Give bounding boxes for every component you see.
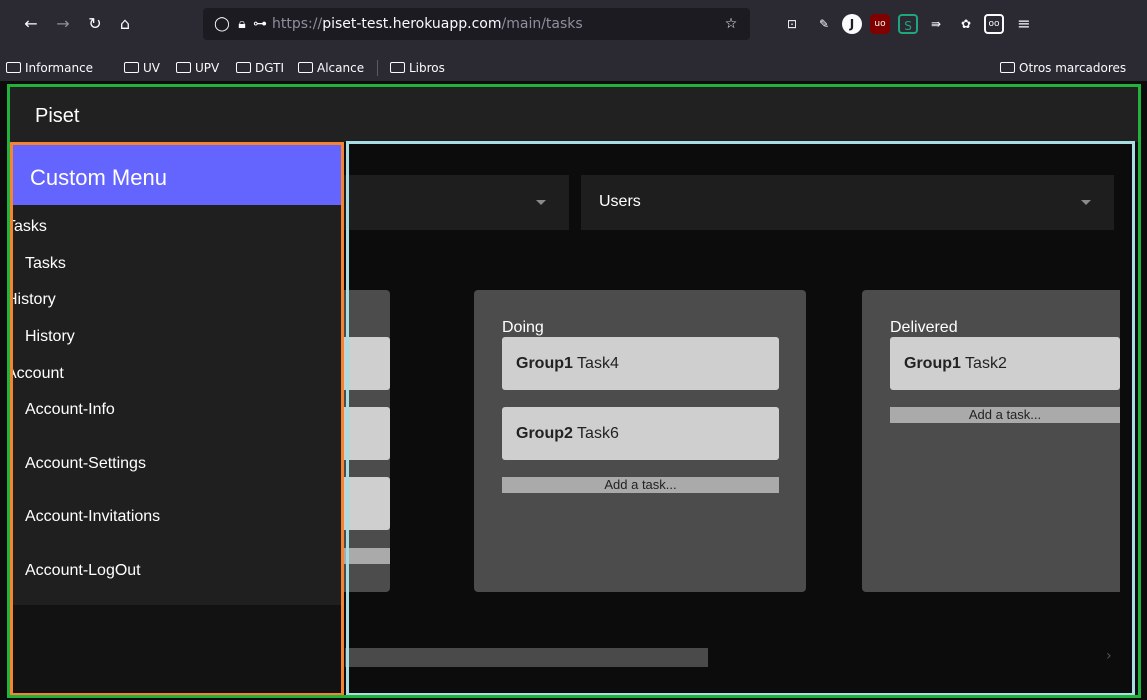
menu-item-account-settings[interactable]: Account-Settings bbox=[25, 455, 146, 473]
url-text[interactable]: https://piset-test.herokuapp.com/main/ta… bbox=[272, 16, 583, 32]
select-users[interactable]: Users bbox=[581, 175, 1114, 230]
folder-icon bbox=[6, 62, 21, 73]
add-task-button[interactable]: Add a task... bbox=[502, 477, 779, 493]
bookmark-separator bbox=[377, 60, 378, 76]
horizontal-scrollbar[interactable] bbox=[345, 648, 708, 667]
app-title: Piset bbox=[35, 105, 80, 127]
url-scheme: https:// bbox=[272, 16, 323, 32]
menu-item-account-info[interactable]: Account-Info bbox=[25, 401, 115, 419]
forward-arrow-icon[interactable]: → bbox=[52, 13, 74, 35]
folder-icon bbox=[390, 62, 405, 73]
back-arrow-icon[interactable]: ← bbox=[20, 13, 42, 35]
side-drawer: Custom Menu Tasks Tasks History History … bbox=[13, 145, 341, 693]
reader-icon[interactable]: oo bbox=[984, 14, 1004, 34]
select-group[interactable] bbox=[338, 175, 569, 230]
task-name: Task6 bbox=[577, 425, 619, 442]
extension-critter-icon[interactable]: ✿ bbox=[956, 14, 976, 34]
bookmark-libros[interactable]: Libros bbox=[390, 59, 445, 77]
shield-icon[interactable]: ◯ bbox=[213, 15, 231, 33]
bookmark-label: DGTI bbox=[255, 61, 284, 75]
url-path: /main/tasks bbox=[501, 16, 583, 32]
bookmark-uv[interactable]: UV bbox=[124, 59, 160, 77]
task-card-text: Group1 Task2 bbox=[904, 355, 1007, 373]
bookmark-label: UPV bbox=[195, 61, 220, 75]
bookmark-otros-marcadores[interactable]: Otros marcadores bbox=[1000, 59, 1126, 77]
bookmark-label: Informance bbox=[25, 61, 94, 75]
menu-item-account-invitations[interactable]: Account-Invitations bbox=[25, 508, 160, 526]
folder-icon bbox=[176, 62, 191, 73]
task-card[interactable]: Group2 Task6 bbox=[502, 407, 779, 460]
section-account-heading: Account bbox=[13, 365, 64, 382]
bookmark-label: UV bbox=[143, 61, 160, 75]
add-task-button[interactable]: Add a task... bbox=[890, 407, 1120, 423]
reload-icon[interactable]: ↻ bbox=[84, 13, 106, 35]
scroll-right-icon[interactable]: › bbox=[1106, 648, 1112, 664]
select-users-label: Users bbox=[599, 193, 641, 210]
menu-icon[interactable]: ≡ bbox=[1014, 14, 1034, 34]
bookmark-star-icon[interactable]: ☆ bbox=[722, 15, 740, 33]
extension-j-icon[interactable]: J bbox=[842, 14, 862, 34]
send-arrow-icon[interactable]: ⇛ bbox=[926, 14, 946, 34]
task-card[interactable]: Group1 Task2 bbox=[890, 337, 1120, 390]
nav-row: ← → ↻ ⌂ ◯ 🔒︎ ⊶ https://piset-test.heroku… bbox=[0, 8, 1147, 40]
task-card-text: Group2 Task6 bbox=[516, 425, 619, 443]
pocket-icon[interactable]: ⊡ bbox=[782, 14, 802, 34]
menu-item-history[interactable]: History bbox=[25, 328, 75, 346]
task-group: Group2 bbox=[516, 425, 573, 442]
bookmark-label: Alcance bbox=[317, 61, 365, 75]
drawer-header: Custom Menu bbox=[13, 145, 341, 205]
url-host: piset-test.herokuapp.com bbox=[322, 16, 502, 32]
column-title: Doing bbox=[502, 319, 544, 336]
browser-toolbar: ← → ↻ ⌂ ◯ 🔒︎ ⊶ https://piset-test.heroku… bbox=[0, 0, 1147, 54]
key-icon[interactable]: ⊶ bbox=[251, 15, 269, 33]
extension-s-icon[interactable]: S bbox=[898, 14, 918, 34]
bookmark-label: Libros bbox=[409, 61, 445, 75]
task-group: Group1 bbox=[516, 355, 573, 372]
folder-icon bbox=[298, 62, 313, 73]
drawer-menu-list: Custom Menu Tasks Tasks History History … bbox=[13, 145, 341, 605]
column-title: Delivered bbox=[890, 319, 958, 336]
folder-icon bbox=[124, 62, 139, 73]
drawer-title: Custom Menu bbox=[30, 165, 167, 190]
board-column-delivered: Delivered Group1 Task2 Add a task... bbox=[862, 290, 1120, 592]
app-bar: Piset bbox=[10, 87, 1138, 142]
folder-icon bbox=[1000, 62, 1015, 73]
task-group: Group1 bbox=[904, 355, 961, 372]
menu-item-tasks[interactable]: Tasks bbox=[25, 255, 66, 273]
task-name: Task2 bbox=[965, 355, 1007, 372]
url-bar[interactable]: ◯ 🔒︎ ⊶ https://piset-test.herokuapp.com/… bbox=[203, 8, 750, 40]
ublock-icon[interactable]: uo bbox=[870, 14, 890, 34]
page-viewport: Piset Users Doing Group1 Task4 Group2 Ta… bbox=[0, 82, 1147, 700]
bookmark-upv[interactable]: UPV bbox=[176, 59, 219, 77]
lock-icon[interactable]: 🔒︎ bbox=[233, 15, 251, 33]
bookmark-alcance[interactable]: Alcance bbox=[298, 59, 364, 77]
section-tasks-heading: Tasks bbox=[13, 218, 47, 235]
bookmarks-bar: Informance UV UPV DGTI Alcance Libros Ot… bbox=[0, 54, 1147, 82]
chevron-down-icon bbox=[536, 200, 546, 205]
menu-item-account-logout[interactable]: Account-LogOut bbox=[25, 562, 141, 580]
task-card-text: Group1 Task4 bbox=[516, 355, 619, 373]
home-icon[interactable]: ⌂ bbox=[114, 13, 136, 35]
bookmark-informance[interactable]: Informance bbox=[6, 59, 93, 77]
board-column-doing: Doing Group1 Task4 Group2 Task6 Add a ta… bbox=[474, 290, 806, 592]
wrench-icon[interactable]: ✎ bbox=[814, 14, 834, 34]
bookmark-dgti[interactable]: DGTI bbox=[236, 59, 284, 77]
task-card[interactable]: Group1 Task4 bbox=[502, 337, 779, 390]
section-history-heading: History bbox=[13, 291, 56, 308]
bookmark-label: Otros marcadores bbox=[1019, 61, 1127, 75]
folder-icon bbox=[236, 62, 251, 73]
chevron-down-icon bbox=[1081, 200, 1091, 205]
task-name: Task4 bbox=[577, 355, 619, 372]
